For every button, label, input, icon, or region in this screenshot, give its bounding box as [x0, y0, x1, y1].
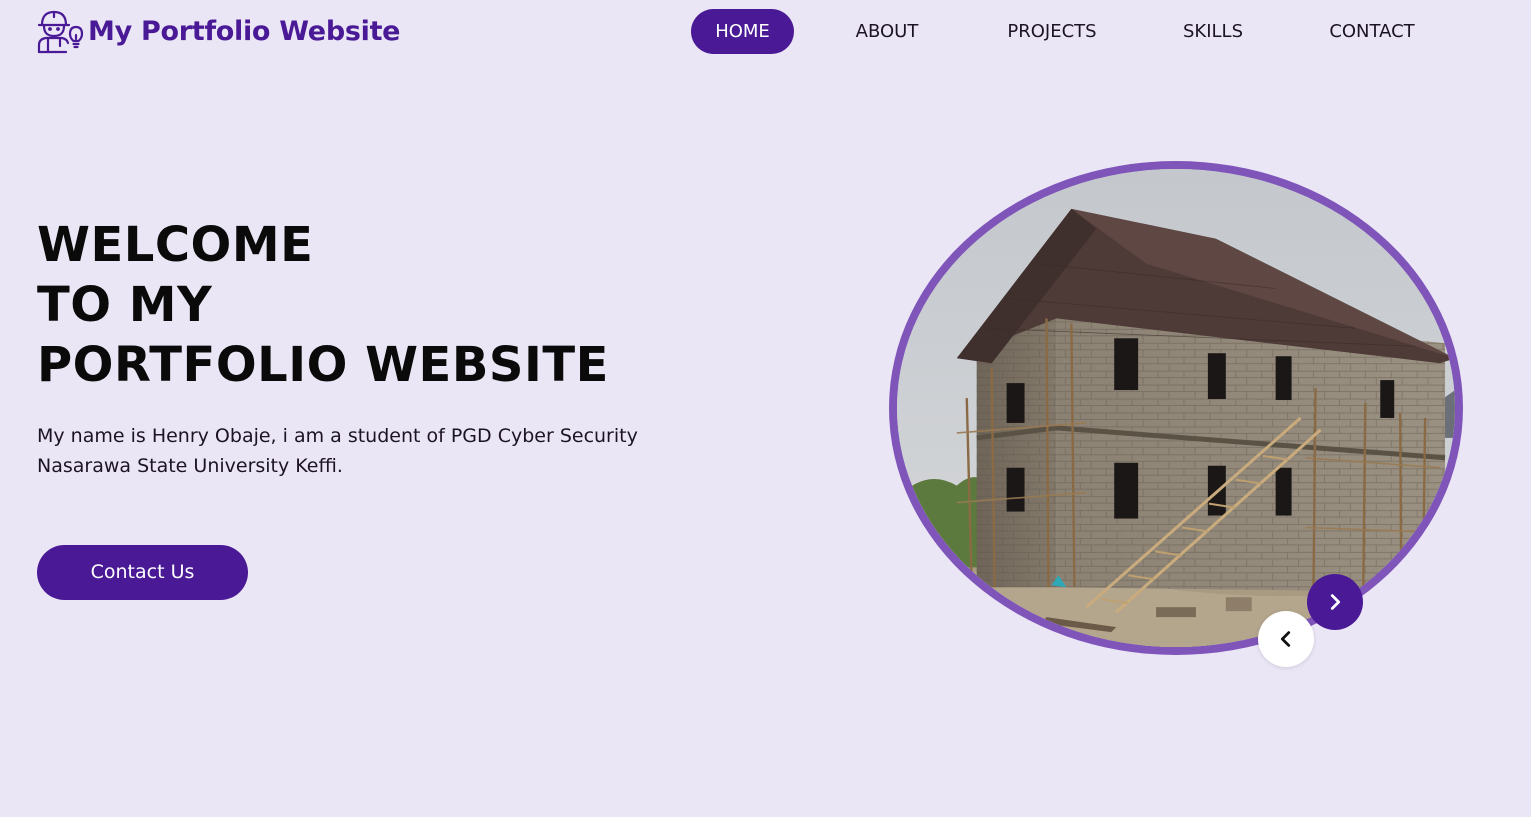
page: My Portfolio Website HOME ABOUT PROJECTS…: [0, 0, 1531, 817]
nav-projects[interactable]: PROJECTS: [989, 9, 1115, 54]
chevron-right-icon: [1330, 594, 1341, 610]
carousel-next-button[interactable]: [1307, 574, 1363, 630]
engineer-avatar-icon: [37, 10, 84, 54]
hero-title-line-2: TO MY: [37, 277, 213, 333]
nav-contact[interactable]: CONTACT: [1311, 9, 1433, 54]
brand-title: My Portfolio Website: [88, 15, 401, 47]
chevron-left-icon: [1280, 631, 1291, 647]
nav-home[interactable]: HOME: [691, 9, 794, 54]
hero-title-line-3: PORTFOLIO WEBSITE: [37, 337, 609, 393]
nav-about[interactable]: ABOUT: [837, 9, 937, 54]
contact-us-button[interactable]: Contact Us: [37, 545, 248, 600]
brand[interactable]: My Portfolio Website: [36, 8, 400, 54]
carousel-prev-button[interactable]: [1258, 611, 1314, 667]
hero-description: My name is Henry Obaje, i am a student o…: [37, 425, 638, 477]
building-under-construction-image: [897, 169, 1455, 647]
nav-skills[interactable]: SKILLS: [1169, 9, 1257, 54]
hero-title: WELCOME TO MY PORTFOLIO WEBSITE: [37, 215, 609, 395]
hero-title-line-1: WELCOME: [37, 217, 314, 273]
carousel-image-frame: [889, 161, 1463, 655]
